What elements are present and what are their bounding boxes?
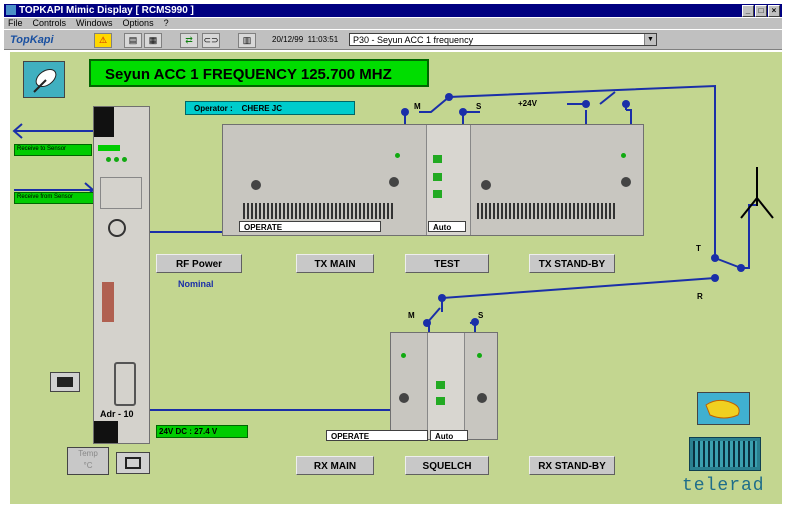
play-icon bbox=[433, 155, 442, 163]
tx-test-status: Auto bbox=[428, 221, 466, 232]
rx-main-status: OPERATE bbox=[326, 430, 428, 441]
rack-serial-port bbox=[114, 362, 136, 406]
rx-switch-main-label: M bbox=[408, 311, 415, 320]
rx-main-button[interactable]: RX MAIN bbox=[296, 456, 374, 475]
telerad-logo-box bbox=[689, 437, 761, 471]
squelch-button[interactable]: SQUELCH bbox=[405, 456, 489, 475]
tx-test-module bbox=[426, 125, 471, 235]
phone-icon[interactable] bbox=[50, 372, 80, 392]
rf-power-button[interactable]: RF Power bbox=[156, 254, 242, 273]
receive-from-sensor-label: Receive from Sensor bbox=[14, 192, 96, 204]
rack-top-connector bbox=[94, 107, 114, 137]
controller-rack[interactable]: Adr - 10 bbox=[93, 106, 150, 444]
telerad-brand: telerad bbox=[682, 476, 765, 496]
cassette-icon[interactable] bbox=[116, 452, 150, 474]
address-label: Adr - 10 bbox=[100, 409, 134, 419]
map-icon[interactable] bbox=[697, 392, 750, 425]
rx-standby-button[interactable]: RX STAND-BY bbox=[529, 456, 615, 475]
play-icon bbox=[433, 190, 442, 198]
tx-switch-standby-label: S bbox=[476, 102, 482, 111]
rx-switch-standby-label: S bbox=[478, 311, 484, 320]
rx-rack bbox=[390, 332, 498, 440]
power-status: 24V DC : 27.4 V bbox=[156, 425, 248, 438]
frequency-banner: Seyun ACC 1 FREQUENCY 125.700 MHZ bbox=[89, 59, 429, 87]
rack-status-led bbox=[98, 145, 120, 151]
rack-led-block bbox=[100, 177, 142, 209]
tx-rack bbox=[222, 124, 644, 236]
operator-banner: Operator : CHERE JC bbox=[185, 101, 355, 115]
rack-bottom-connector bbox=[94, 421, 118, 443]
rx-squelch-status: Auto bbox=[430, 430, 468, 441]
play-icon bbox=[433, 173, 442, 181]
tx-main-status: OPERATE bbox=[239, 221, 381, 232]
test-button[interactable]: TEST bbox=[405, 254, 489, 273]
receive-to-sensor-label: Receive to Sensor bbox=[14, 144, 92, 156]
play-icon bbox=[436, 381, 445, 389]
operator-name: CHERE JC bbox=[241, 104, 283, 113]
rack-knob[interactable] bbox=[108, 219, 126, 237]
rx-squelch-module bbox=[427, 333, 465, 439]
t-label: T bbox=[696, 244, 701, 253]
tx-switch-main-label: M bbox=[414, 102, 421, 111]
tx-main-button[interactable]: TX MAIN bbox=[296, 254, 374, 273]
rack-dip-switch[interactable] bbox=[102, 282, 114, 322]
rf-power-status: Nominal bbox=[178, 279, 214, 289]
satellite-dish-icon[interactable] bbox=[23, 61, 65, 98]
supply-label: +24V bbox=[518, 99, 537, 108]
play-icon bbox=[436, 397, 445, 405]
tx-standby-button[interactable]: TX STAND-BY bbox=[529, 254, 615, 273]
temperature-indicator[interactable]: Temp °C bbox=[67, 447, 109, 475]
r-label: R bbox=[697, 292, 703, 301]
